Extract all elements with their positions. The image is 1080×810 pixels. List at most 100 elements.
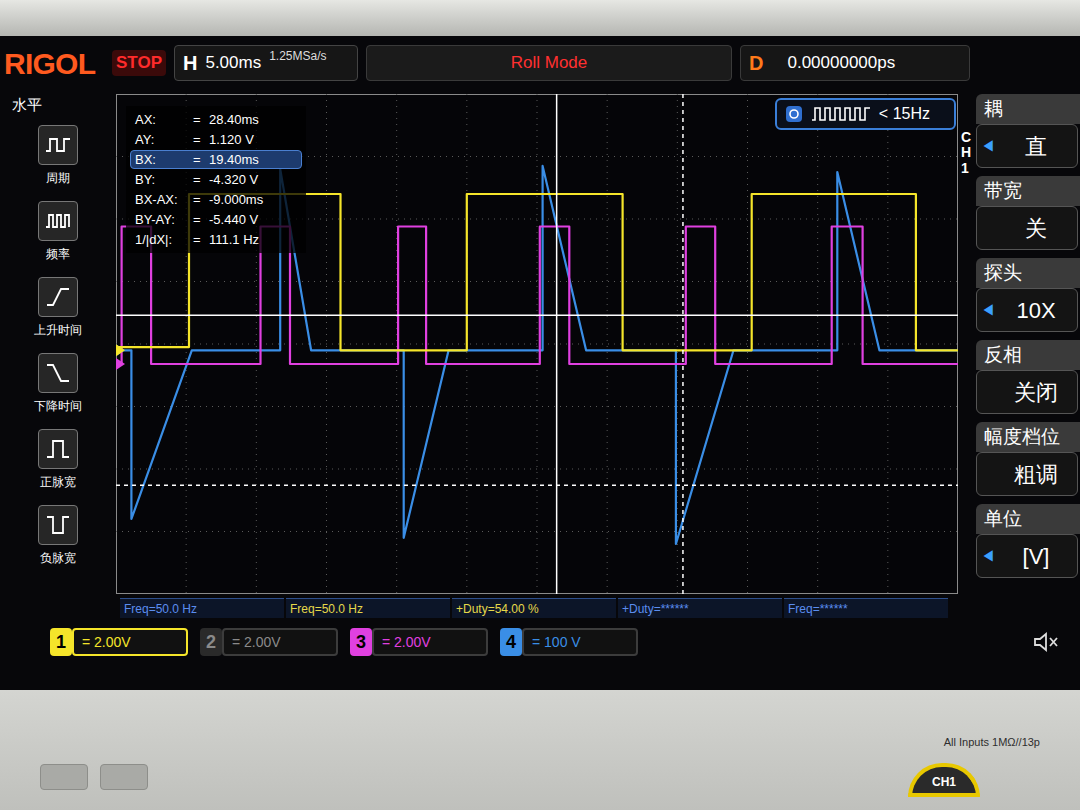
readout-value: 111.1 Hz bbox=[209, 231, 259, 248]
menu-item-header: 反相 bbox=[976, 340, 1080, 370]
delay-box[interactable]: D0.00000000ps bbox=[740, 45, 970, 81]
period-button[interactable] bbox=[38, 125, 78, 165]
bezel-buttons bbox=[40, 734, 148, 790]
measurement-text: +Duty=****** bbox=[622, 600, 689, 618]
menu-item-value-box[interactable]: ◀[V] bbox=[976, 534, 1078, 578]
menu-item-value: 关 bbox=[995, 212, 1077, 245]
menu-item-value: 粗调 bbox=[995, 458, 1077, 491]
horizontal-box[interactable]: H5.00ms1.25MSa/s bbox=[174, 45, 358, 81]
menu-channel-label: CH1 bbox=[961, 130, 975, 176]
measurement-text: +Duty=54.00 % bbox=[456, 600, 539, 618]
nwidth-icon bbox=[44, 511, 72, 539]
readout-label: AX: bbox=[135, 111, 193, 128]
channel-0-trace bbox=[116, 194, 958, 350]
fall-button[interactable] bbox=[38, 353, 78, 393]
horizontal-scale: 5.00ms bbox=[205, 50, 261, 76]
channel-badge[interactable]: 4 bbox=[500, 628, 522, 656]
measurement-item[interactable]: Freq=50.0 Hz bbox=[120, 598, 284, 618]
connector-label: CH1 bbox=[932, 773, 956, 791]
left-menu-item[interactable]: 上升时间 bbox=[34, 277, 82, 353]
menu-item-value: [V] bbox=[995, 540, 1077, 573]
period-icon bbox=[44, 131, 72, 159]
readout-row[interactable]: 1/|dX|:=111.1 Hz bbox=[130, 230, 302, 249]
menu-item[interactable]: 单位◀[V] bbox=[976, 504, 1080, 578]
channel-scale-box[interactable]: = 2.00V bbox=[222, 628, 338, 656]
readout-row[interactable]: BY-AY:=-5.440 V bbox=[130, 210, 302, 229]
brand-logo: RIGOL bbox=[0, 41, 104, 86]
left-menu: 水平周期频率上升时间下降时间正脉宽负脉宽 bbox=[0, 90, 116, 598]
readout-row[interactable]: AY:=1.120 V bbox=[130, 130, 302, 149]
menu-item-label: 单位 bbox=[984, 505, 1022, 534]
measurement-item[interactable]: Freq=50.0 Hz bbox=[286, 598, 450, 618]
pwidth-button[interactable] bbox=[38, 429, 78, 469]
channel-group[interactable]: 4 = 100 V bbox=[500, 628, 638, 656]
left-menu-label: 下降时间 bbox=[34, 397, 82, 415]
channel-scale: = 2.00V bbox=[82, 632, 131, 653]
measurement-bar: Freq=50.0 Hz Freq=50.0 Hz +Duty=54.00 % +Du… bbox=[0, 598, 1080, 620]
grid-line bbox=[116, 406, 958, 407]
left-menu-item[interactable]: 负脉宽 bbox=[38, 505, 78, 581]
menu-item-value-box[interactable]: 关 bbox=[976, 206, 1078, 250]
grid-line bbox=[116, 531, 958, 532]
measurement-item[interactable]: Freq=****** bbox=[784, 598, 948, 618]
grid-line bbox=[747, 94, 748, 594]
delay-value: 0.00000000ps bbox=[787, 50, 895, 76]
readout-row[interactable]: BX:=19.40ms bbox=[130, 150, 302, 169]
inputs-label: All Inputs 1MΩ//13p bbox=[944, 734, 1040, 751]
frequency-button[interactable] bbox=[38, 201, 78, 241]
menu-item[interactable]: 耦◀直 bbox=[976, 94, 1080, 168]
right-menu: CH1耦◀直带宽关探头◀10X反相关闭幅度档位粗调单位◀[V] bbox=[958, 90, 1080, 598]
rise-button[interactable] bbox=[38, 277, 78, 317]
bezel-button[interactable] bbox=[100, 764, 148, 790]
top-bezel bbox=[0, 0, 1080, 36]
cursor-ax bbox=[682, 94, 684, 594]
left-menu-item[interactable]: 正脉宽 bbox=[38, 429, 78, 505]
mode-box: Roll Mode bbox=[366, 45, 732, 81]
ch1-connector[interactable]: CH1 bbox=[908, 763, 980, 797]
left-menu-label: 正脉宽 bbox=[40, 473, 76, 491]
readout-row[interactable]: BY:=-4.320 V bbox=[130, 170, 302, 189]
trigger-badge[interactable]: < 15Hz bbox=[775, 98, 956, 130]
menu-item[interactable]: 带宽关 bbox=[976, 176, 1080, 250]
readout-row[interactable]: AX:=28.40ms bbox=[130, 110, 302, 129]
mute-button[interactable] bbox=[1032, 630, 1060, 654]
measurement-item[interactable]: +Duty=54.00 % bbox=[452, 598, 616, 618]
measurement-item[interactable]: +Duty=****** bbox=[618, 598, 782, 618]
bezel-button[interactable] bbox=[40, 764, 88, 790]
menu-arrow-icon: ◀ bbox=[977, 546, 995, 567]
menu-item[interactable]: 幅度档位粗调 bbox=[976, 422, 1080, 496]
menu-item-value-box[interactable]: ◀10X bbox=[976, 288, 1078, 332]
measurement-text: Freq=50.0 Hz bbox=[290, 600, 363, 618]
readout-label: BY-AY: bbox=[135, 211, 193, 228]
readout-value: -5.440 V bbox=[209, 211, 258, 228]
channel-scale-box[interactable]: = 2.00V bbox=[372, 628, 488, 656]
nwidth-button[interactable] bbox=[38, 505, 78, 545]
menu-item[interactable]: 探头◀10X bbox=[976, 258, 1080, 332]
menu-item-label: 探头 bbox=[984, 259, 1022, 288]
channel-group[interactable]: 2= 2.00V bbox=[200, 628, 338, 656]
channel-scale-box[interactable]: = 2.00V bbox=[72, 628, 188, 656]
left-menu-item[interactable]: 频率 bbox=[38, 201, 78, 277]
channel-group[interactable]: 3= 2.00V bbox=[350, 628, 488, 656]
left-menu-item[interactable]: 周期 bbox=[38, 125, 78, 201]
readout-sep: = bbox=[193, 191, 209, 208]
main-area: 水平周期频率上升时间下降时间正脉宽负脉宽 AX:=28.40msAY:=1.12… bbox=[0, 90, 1080, 598]
readout-sep: = bbox=[193, 231, 209, 248]
readout-value: 1.120 V bbox=[209, 131, 254, 148]
left-menu-item[interactable]: 下降时间 bbox=[34, 353, 82, 429]
menu-item[interactable]: 反相关闭 bbox=[976, 340, 1080, 414]
channel-scale: = 100 V bbox=[532, 632, 581, 653]
channel-scale-box[interactable]: = 100 V bbox=[522, 628, 638, 656]
measurement-text: Freq=50.0 Hz bbox=[124, 600, 197, 618]
horizontal-label: H bbox=[183, 48, 197, 78]
menu-item-value-box[interactable]: ◀直 bbox=[976, 124, 1078, 168]
channel-badge[interactable]: 3 bbox=[350, 628, 372, 656]
channel-badge[interactable]: 2 bbox=[200, 628, 222, 656]
run-state[interactable]: STOP bbox=[112, 50, 166, 76]
menu-item-value-box[interactable]: 粗调 bbox=[976, 452, 1078, 496]
channel-badge[interactable]: 1 bbox=[50, 628, 72, 656]
menu-item-value-box[interactable]: 关闭 bbox=[976, 370, 1078, 414]
readout-row[interactable]: BX-AX:=-9.000ms bbox=[130, 190, 302, 209]
left-menu-label: 频率 bbox=[46, 245, 70, 263]
channel-group[interactable]: 1 = 2.00V bbox=[50, 628, 188, 656]
